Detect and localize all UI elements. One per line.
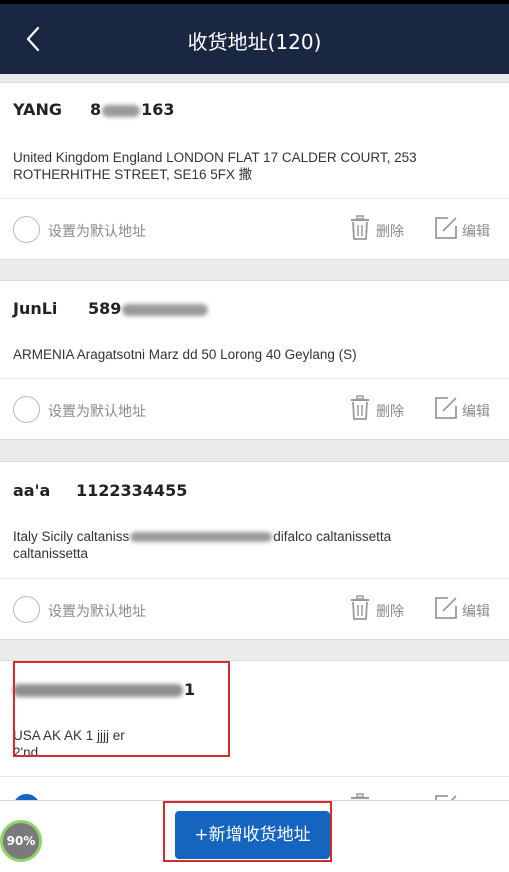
set-default-label[interactable]: 设置为默认地址: [48, 221, 146, 241]
floating-progress-badge[interactable]: 90%: [0, 820, 42, 862]
recipient-phone: 589: [88, 299, 209, 318]
set-default-radio[interactable]: [13, 216, 40, 243]
address-text: Italy Sicily caltaniss difalco caltanisse…: [13, 529, 392, 561]
recipient-name: YANG: [13, 100, 62, 119]
set-default-radio[interactable]: [13, 596, 40, 623]
edit-icon[interactable]: [434, 216, 458, 240]
redaction-blur: [102, 104, 141, 117]
card-actions: 设置为默认地址 删除 编辑: [0, 379, 509, 441]
app-header: 收货地址(120): [0, 4, 509, 74]
address-text: United Kingdom England LONDON FLAT 17 CA…: [13, 150, 417, 182]
set-default-label[interactable]: 设置为默认地址: [48, 601, 146, 621]
address-card: aa'a 1122334455 Italy Sicily caltaniss di…: [0, 461, 509, 640]
card-actions: 设置为默认地址 删除 编辑: [0, 579, 509, 641]
delete-button[interactable]: 删除: [376, 401, 404, 421]
redaction-blur: [130, 532, 273, 543]
recipient-name: aa'a: [13, 481, 51, 500]
trash-icon[interactable]: [349, 215, 371, 241]
edit-button[interactable]: 编辑: [462, 221, 490, 241]
delete-button[interactable]: 删除: [376, 601, 404, 621]
recipient-phone: 8 163: [90, 100, 175, 119]
highlight-box: [13, 661, 230, 757]
edit-button[interactable]: 编辑: [462, 601, 490, 621]
recipient-phone: 1122334455: [76, 481, 188, 500]
card-actions: 设置为默认地址 删除 编辑: [0, 199, 509, 261]
edit-icon[interactable]: [434, 396, 458, 420]
edit-button[interactable]: 编辑: [462, 401, 490, 421]
address-text: ARMENIA Aragatsotni Marz dd 50 Lorong 40…: [13, 347, 357, 362]
set-default-radio[interactable]: [13, 396, 40, 423]
address-card: YANG 8 163 United Kingdom England LONDON …: [0, 82, 509, 260]
redaction-blur: [122, 303, 209, 316]
edit-icon[interactable]: [434, 596, 458, 620]
recipient-name: JunLi: [13, 299, 58, 318]
highlight-box: [163, 801, 332, 862]
address-card: JunLi 589 ARMENIA Aragatsotni Marz dd 50…: [0, 280, 509, 440]
set-default-label[interactable]: 设置为默认地址: [48, 401, 146, 421]
trash-icon[interactable]: [349, 793, 371, 800]
delete-button[interactable]: 删除: [376, 221, 404, 241]
page-title: 收货地址(120): [187, 30, 322, 54]
card-actions: [0, 777, 509, 800]
trash-icon[interactable]: [349, 395, 371, 421]
trash-icon[interactable]: [349, 595, 371, 621]
